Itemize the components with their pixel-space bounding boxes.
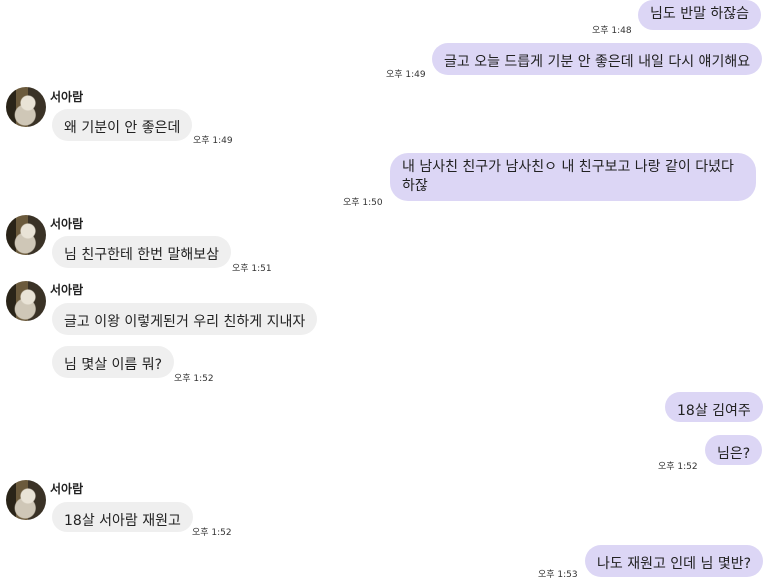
received-message-bubble[interactable]: 님 몇살 이름 뭐? bbox=[52, 346, 175, 378]
message-time: 오후 1:49 bbox=[193, 136, 233, 146]
sent-message-bubble[interactable]: 나도 재원고 인데 님 몇반? bbox=[585, 545, 764, 577]
message-time: 오후 1:52 bbox=[174, 374, 214, 384]
sent-message-bubble[interactable]: 글고 오늘 드릅게 기분 안 좋은데 내일 다시 얘기해요 bbox=[432, 43, 763, 75]
received-message-bubble[interactable]: 님 친구한테 한번 말해보삼 bbox=[52, 236, 232, 268]
message-time: 오후 1:48 bbox=[592, 26, 632, 36]
message-time: 오후 1:52 bbox=[658, 462, 698, 472]
sent-message-bubble[interactable]: 님은? bbox=[705, 435, 763, 465]
message-time: 오후 1:51 bbox=[232, 264, 272, 274]
contact-name: 서아람 bbox=[50, 217, 84, 231]
contact-name: 서아람 bbox=[50, 482, 84, 496]
message-time: 오후 1:50 bbox=[343, 198, 383, 208]
received-message-bubble[interactable]: 18살 서아람 재원고 bbox=[52, 502, 193, 532]
contact-name: 서아람 bbox=[50, 283, 84, 297]
sent-message-bubble[interactable]: 님도 반말 하잖슴 bbox=[638, 0, 762, 30]
sent-message-bubble[interactable]: 내 남사친 친구가 남사친ㅇ 내 친구보고 나랑 같이 다녔다 하잖 bbox=[390, 153, 756, 201]
received-message-bubble[interactable]: 왜 기분이 안 좋은데 bbox=[52, 109, 193, 141]
message-time: 오후 1:49 bbox=[386, 70, 426, 80]
sent-message-bubble[interactable]: 18살 김여주 bbox=[665, 392, 763, 422]
contact-name: 서아람 bbox=[50, 90, 84, 104]
contact-avatar[interactable] bbox=[6, 87, 46, 127]
contact-avatar[interactable] bbox=[6, 480, 46, 520]
message-time: 오후 1:52 bbox=[192, 528, 232, 538]
message-time: 오후 1:53 bbox=[538, 570, 578, 580]
received-message-bubble[interactable]: 글고 이왕 이렇게된거 우리 친하게 지내자 bbox=[52, 303, 318, 335]
contact-avatar[interactable] bbox=[6, 281, 46, 321]
contact-avatar[interactable] bbox=[6, 215, 46, 255]
